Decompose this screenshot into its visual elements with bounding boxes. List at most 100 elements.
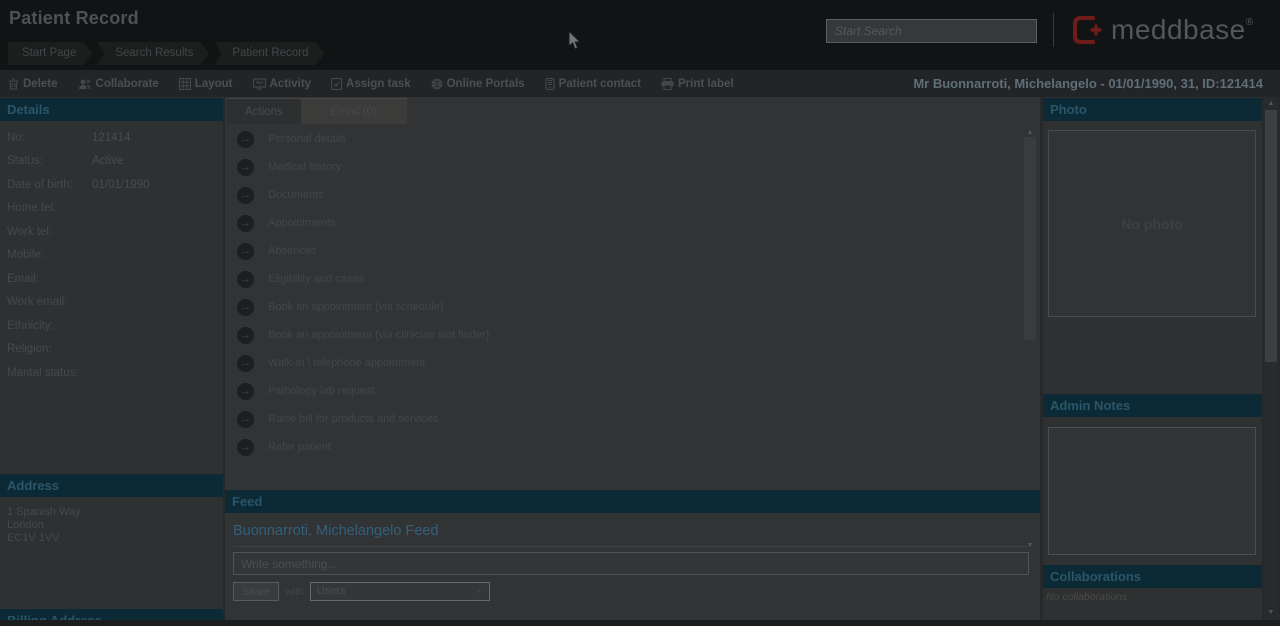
address-header: Address	[0, 474, 223, 497]
details-sidebar: Details No:121414 Status:Active Date of …	[0, 97, 223, 620]
phone-icon	[545, 78, 555, 90]
assign-task-button[interactable]: Assign task	[331, 78, 411, 90]
feed-composer-input[interactable]	[233, 552, 1029, 575]
arrow-circle-icon	[237, 383, 254, 400]
grid-icon	[179, 78, 191, 90]
divider	[233, 546, 1032, 547]
scroll-up-icon[interactable]: ▲	[1264, 98, 1278, 109]
with-label: with	[285, 586, 304, 598]
action-absences[interactable]: Absences	[225, 237, 1021, 265]
action-raise-bill[interactable]: Raise bill for products and services	[225, 405, 1021, 433]
admin-notes-header: Admin Notes	[1043, 394, 1262, 417]
patient-summary: Mr Buonnarroti, Michelangelo - 01/01/199…	[913, 70, 1263, 97]
scrollbar-thumb[interactable]	[1024, 137, 1036, 340]
main-area: Details No:121414 Status:Active Date of …	[0, 97, 1280, 620]
breadcrumb: Start Page Search Results Patient Record	[8, 42, 329, 65]
registered-mark: ®	[1246, 17, 1254, 28]
arrow-circle-icon	[237, 411, 254, 428]
search-input[interactable]	[826, 19, 1037, 43]
details-fields: No:121414 Status:Active Date of birth:01…	[0, 126, 223, 385]
collaborations-header: Collaborations	[1043, 565, 1262, 588]
divider	[1053, 13, 1054, 47]
arrow-circle-icon	[237, 215, 254, 232]
online-portals-button[interactable]: Online Portals	[431, 78, 525, 90]
action-book-via-slot-finder[interactable]: Book an appointment (via clinician slot …	[225, 321, 1021, 349]
action-eligibility-cases[interactable]: Eligibility and cases	[225, 265, 1021, 293]
admin-notes-box[interactable]	[1048, 427, 1256, 555]
scrollbar-thumb[interactable]	[1265, 110, 1277, 362]
top-bar: Patient Record Start Page Search Results…	[0, 0, 1280, 70]
field-row-dob: Date of birth:01/01/1990	[0, 173, 223, 197]
field-row-marital-status: Marital status:	[0, 361, 223, 385]
nav-tab-patient-record[interactable]: Patient Record	[214, 42, 324, 65]
window-bottom-edge	[0, 620, 1280, 626]
center-tabs: Actions Email (0)	[227, 98, 407, 124]
actions-list: Personal details Medical history Documen…	[225, 125, 1021, 461]
arrow-circle-icon	[237, 131, 254, 148]
field-row-work-email: Work email:	[0, 291, 223, 315]
field-row-work-tel: Work tel:	[0, 220, 223, 244]
nav-tab-start-page[interactable]: Start Page	[8, 42, 92, 65]
printer-icon	[661, 78, 674, 90]
feed-share-row: Share with Users ▼	[233, 582, 490, 601]
action-walk-in[interactable]: Walk-in \ telephone appointment	[225, 349, 1021, 377]
meddbase-logo-icon	[1070, 13, 1104, 47]
action-appointments[interactable]: Appointments	[225, 209, 1021, 237]
field-row-status: Status:Active	[0, 150, 223, 174]
action-pathology-lab[interactable]: Pathology lab request	[225, 377, 1021, 405]
center-panel: Actions Email (0) Personal details Medic…	[225, 97, 1040, 620]
nav-tab-search-results[interactable]: Search Results	[97, 42, 209, 65]
trash-icon	[8, 78, 19, 90]
action-medical-history[interactable]: Medical history	[225, 153, 1021, 181]
field-row-home-tel: Home tel:	[0, 197, 223, 221]
share-audience-select[interactable]: Users ▼	[310, 582, 490, 601]
actions-scrollbar[interactable]: ▲ ▼	[1023, 127, 1037, 551]
tab-actions[interactable]: Actions	[227, 98, 301, 124]
monitor-icon	[253, 78, 266, 90]
photo-header: Photo	[1043, 98, 1262, 121]
meddbase-logo: meddbase®	[1070, 13, 1254, 47]
layout-button[interactable]: Layout	[179, 78, 233, 90]
arrow-circle-icon	[237, 187, 254, 204]
patient-record-window: Patient Record Start Page Search Results…	[0, 0, 1280, 626]
details-header: Details	[0, 98, 223, 121]
scroll-down-icon[interactable]: ▼	[1264, 607, 1278, 618]
field-row-mobile: Mobile:	[0, 244, 223, 268]
arrow-circle-icon	[237, 439, 254, 456]
arrow-circle-icon	[237, 299, 254, 316]
clipboard-icon	[331, 78, 342, 90]
action-refer-patient[interactable]: Refer patient	[225, 433, 1021, 461]
delete-button[interactable]: Delete	[8, 78, 58, 90]
record-toolbar: Delete Collaborate Layout Activity Assig…	[0, 70, 1280, 97]
address-lines: 1 Spanish Way London EC1V 1VV	[7, 506, 81, 545]
page-title: Patient Record	[9, 8, 139, 29]
feed-header: Feed	[225, 490, 1040, 513]
action-documents[interactable]: Documents	[225, 181, 1021, 209]
arrow-circle-icon	[237, 243, 254, 260]
feed-title: Buonnarroti, Michelangelo Feed	[233, 523, 439, 539]
field-row-no: No:121414	[0, 126, 223, 150]
print-label-button[interactable]: Print label	[661, 78, 734, 90]
arrow-circle-icon	[237, 355, 254, 372]
field-row-ethnicity: Ethnicity:	[0, 314, 223, 338]
patient-photo-placeholder: No photo	[1048, 130, 1256, 317]
people-icon	[78, 78, 92, 90]
arrow-circle-icon	[237, 271, 254, 288]
logo-wordmark: meddbase®	[1111, 14, 1254, 46]
collaborate-button[interactable]: Collaborate	[78, 78, 159, 90]
field-row-religion: Religion:	[0, 338, 223, 362]
chevron-down-icon: ▼	[475, 583, 483, 600]
patient-contact-button[interactable]: Patient contact	[545, 78, 641, 90]
page-scrollbar[interactable]: ▲ ▼	[1264, 97, 1278, 620]
activity-button[interactable]: Activity	[253, 78, 312, 90]
right-sidebar: Photo No photo Admin Notes Collaboration…	[1043, 97, 1262, 620]
action-book-via-schedule[interactable]: Book an appointment (via schedule)	[225, 293, 1021, 321]
no-photo-text: No photo	[1121, 216, 1182, 232]
action-personal-details[interactable]: Personal details	[225, 125, 1021, 153]
share-button[interactable]: Share	[233, 582, 279, 601]
tab-email[interactable]: Email (0)	[301, 98, 407, 124]
field-row-email: Email:	[0, 267, 223, 291]
arrow-circle-icon	[237, 159, 254, 176]
arrow-circle-icon	[237, 327, 254, 344]
no-collaborations-text: No collaborations	[1046, 591, 1127, 603]
